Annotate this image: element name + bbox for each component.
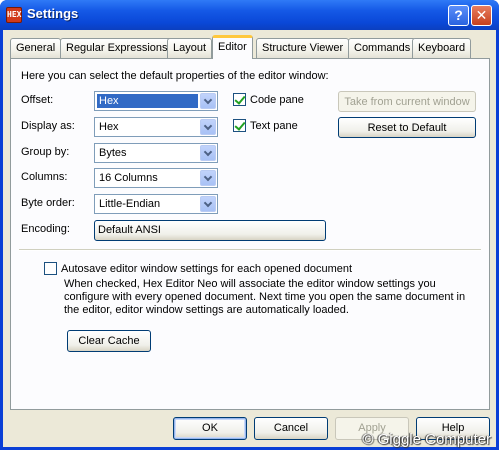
clear-cache-button[interactable]: Clear Cache [67,330,151,352]
text-pane-label[interactable]: Text pane [250,120,298,132]
offset-label: Offset: [21,94,54,106]
tab-keyboard[interactable]: Keyboard [412,38,472,58]
offset-combo[interactable]: Hex [94,91,218,111]
title-help-button[interactable]: ? [448,5,469,26]
intro-text: Here you can select the default properti… [21,70,329,82]
title-close-button[interactable]: ✕ [471,5,492,26]
tab-regular-expressions[interactable]: Regular Expressions [60,38,174,58]
byte-order-combo[interactable]: Little-Endian [94,194,218,214]
dialog-client-area: General Regular Expressions Layout Edito… [3,30,496,447]
byte-order-value: Little-Endian [99,198,161,210]
encoding-label: Encoding: [21,223,70,235]
autosave-description: When checked, Hex Editor Neo will associ… [64,278,466,316]
group-by-value: Bytes [99,147,127,159]
encoding-button[interactable]: Default ANSI [94,220,326,241]
autosave-label[interactable]: Autosave editor window settings for each… [61,263,352,275]
text-pane-checkbox[interactable] [233,119,246,132]
editor-tab-panel: Here you can select the default properti… [10,58,490,410]
separator [19,249,481,251]
columns-value: 16 Columns [99,172,158,184]
display-as-label: Display as: [21,120,75,132]
chevron-down-icon[interactable] [200,196,216,212]
tab-structure-viewer[interactable]: Structure Viewer [256,38,350,58]
offset-value: Hex [97,94,198,108]
chevron-down-icon[interactable] [200,93,216,109]
cancel-button[interactable]: Cancel [254,417,328,440]
settings-window: HEX Settings ? ✕ General Regular Express… [0,0,499,450]
tab-general[interactable]: General [10,38,62,58]
title-bar[interactable]: HEX Settings ? ✕ [0,0,499,30]
columns-combo[interactable]: 16 Columns [94,168,218,188]
code-pane-label[interactable]: Code pane [250,94,304,106]
tab-layout[interactable]: Layout [167,38,213,58]
group-by-label: Group by: [21,146,70,158]
reset-to-default-button[interactable]: Reset to Default [338,117,476,138]
autosave-checkbox[interactable] [44,262,57,275]
byte-order-label: Byte order: [21,197,75,209]
display-as-value: Hex [99,121,119,133]
ok-button[interactable]: OK [173,417,247,440]
app-icon: HEX [6,7,22,23]
take-from-current-window-button[interactable]: Take from current window [338,91,476,112]
tab-commands[interactable]: Commands [348,38,417,58]
watermark-text: © Giggle Computer [362,431,491,448]
chevron-down-icon[interactable] [200,119,216,135]
group-by-combo[interactable]: Bytes [94,143,218,163]
display-as-combo[interactable]: Hex [94,117,218,137]
code-pane-checkbox[interactable] [233,93,246,106]
window-title: Settings [27,6,79,21]
chevron-down-icon[interactable] [200,145,216,161]
chevron-down-icon[interactable] [200,170,216,186]
tab-editor[interactable]: Editor [212,35,253,59]
columns-label: Columns: [21,171,68,183]
